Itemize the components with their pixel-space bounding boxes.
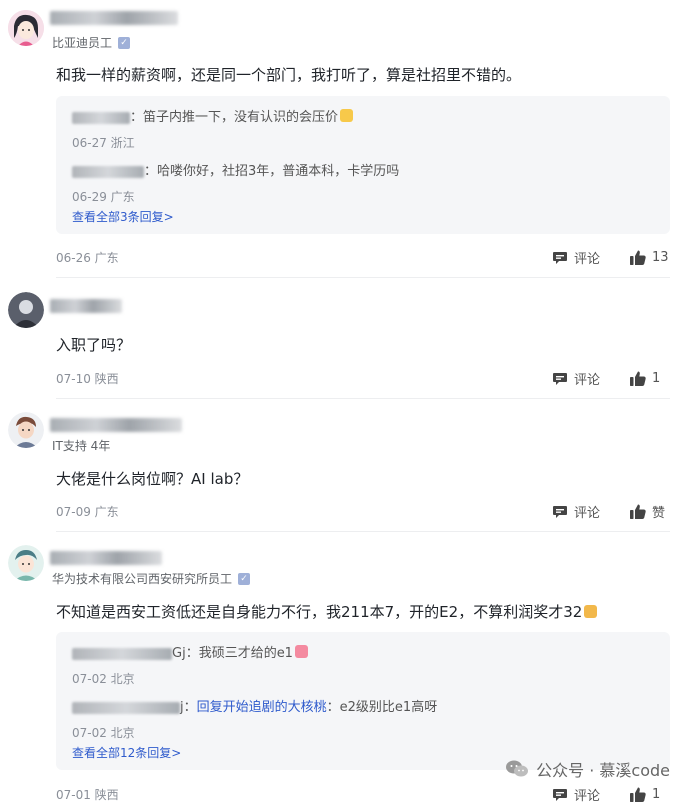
reply-meta: 07-02 北京	[72, 672, 135, 686]
view-all-replies-link[interactable]: 查看全部12条回复>	[72, 744, 181, 761]
comment-actions: 评论 1	[552, 785, 686, 804]
reply-item[interactable]: ：哈喽你好，社招3年，普通本科，卡学历吗	[72, 160, 399, 179]
reply-item[interactable]: j：回复开始追剧的大核桃：e2级别比e1高呀	[72, 696, 437, 715]
comment-button[interactable]: 评论	[552, 502, 600, 521]
comment-content: 不知道是西安工资低还是自身能力不行，我211本7，开的E2，不算利润奖才32	[56, 601, 598, 622]
reply-author-blurred[interactable]	[72, 111, 130, 124]
reply-meta: 06-27 浙江	[72, 136, 135, 150]
author-name-blurred[interactable]	[50, 11, 178, 25]
author-name-blurred[interactable]	[50, 299, 122, 313]
author-meta: IT支持 4年	[52, 439, 111, 453]
reply-to-link[interactable]: 回复开始追剧的大核桃	[197, 700, 327, 715]
view-all-replies-link[interactable]: 查看全部3条回复>	[72, 208, 174, 225]
verified-badge-icon: ✓	[238, 572, 251, 585]
watermark-text: 公众号 · 慕溪code	[536, 761, 670, 780]
comment-item: IT支持 4年 大佬是什么岗位啊？AI lab？ 07-09 广东 评论 赞	[0, 398, 686, 532]
comment-date: 07-09 广东	[56, 505, 119, 519]
author-meta: 比亚迪员工 ✓	[52, 34, 131, 51]
comment-date: 07-01 陕西	[56, 788, 119, 802]
avatar[interactable]	[8, 292, 44, 328]
comment-actions: 评论 赞	[552, 502, 686, 521]
reply-meta: 07-02 北京	[72, 726, 135, 740]
comment-actions: 评论 13	[552, 248, 686, 267]
author-meta: 华为技术有限公司西安研究所员工 ✓	[52, 570, 251, 587]
like-button[interactable]: 1	[630, 371, 670, 386]
reply-box: Gj：我硕三才给的e1 07-02 北京 j：回复开始追剧的大核桃：e2级别比e…	[56, 632, 670, 770]
emoji-icon	[294, 645, 308, 658]
reply-item[interactable]: ：笛子内推一下，没有认识的会压价	[72, 106, 354, 125]
verified-badge-icon: ✓	[118, 36, 131, 49]
comment-icon	[552, 788, 568, 802]
comment-item: 比亚迪员工 ✓ 和我一样的薪资啊，还是同一个部门，我打听了，算是社招里不错的。 …	[0, 0, 686, 278]
comment-item: 入职了吗？ 07-10 陕西 评论 1	[0, 278, 686, 399]
like-button[interactable]: 1	[630, 787, 670, 802]
emoji-icon	[584, 605, 598, 618]
reply-box: ：笛子内推一下，没有认识的会压价 06-27 浙江 ：哈喽你好，社招3年，普通本…	[56, 96, 670, 234]
thumbs-up-icon	[630, 504, 646, 519]
wechat-icon	[506, 760, 529, 778]
comment-button[interactable]: 评论	[552, 785, 600, 804]
thumbs-up-icon	[630, 250, 646, 265]
comment-icon	[552, 505, 568, 519]
avatar[interactable]	[8, 10, 44, 46]
reply-item[interactable]: Gj：我硕三才给的e1	[72, 642, 308, 661]
comment-date: 06-26 广东	[56, 251, 119, 265]
comment-content: 入职了吗？	[56, 336, 132, 354]
like-button[interactable]: 13	[630, 250, 670, 265]
thumbs-up-icon	[630, 787, 646, 802]
comment-icon	[552, 372, 568, 386]
comment-content: 和我一样的薪资啊，还是同一个部门，我打听了，算是社招里不错的。	[56, 66, 522, 84]
comment-actions: 评论 1	[552, 369, 686, 388]
avatar[interactable]	[8, 412, 44, 448]
avatar[interactable]	[8, 545, 44, 581]
reply-meta: 06-29 广东	[72, 190, 135, 204]
thumbs-up-icon	[630, 371, 646, 386]
author-name-blurred[interactable]	[50, 551, 162, 565]
comment-button[interactable]: 评论	[552, 248, 600, 267]
comment-icon	[552, 251, 568, 265]
reply-author-blurred[interactable]	[72, 165, 144, 178]
reply-author-blurred[interactable]	[72, 647, 172, 660]
comment-date: 07-10 陕西	[56, 372, 119, 386]
reply-author-blurred[interactable]	[72, 701, 180, 714]
watermark: 公众号 · 慕溪code	[506, 757, 670, 781]
comment-content: 大佬是什么岗位啊？AI lab？	[56, 470, 249, 488]
emoji-icon	[340, 109, 354, 122]
comment-button[interactable]: 评论	[552, 369, 600, 388]
like-button[interactable]: 赞	[630, 502, 670, 521]
author-name-blurred[interactable]	[50, 418, 182, 432]
